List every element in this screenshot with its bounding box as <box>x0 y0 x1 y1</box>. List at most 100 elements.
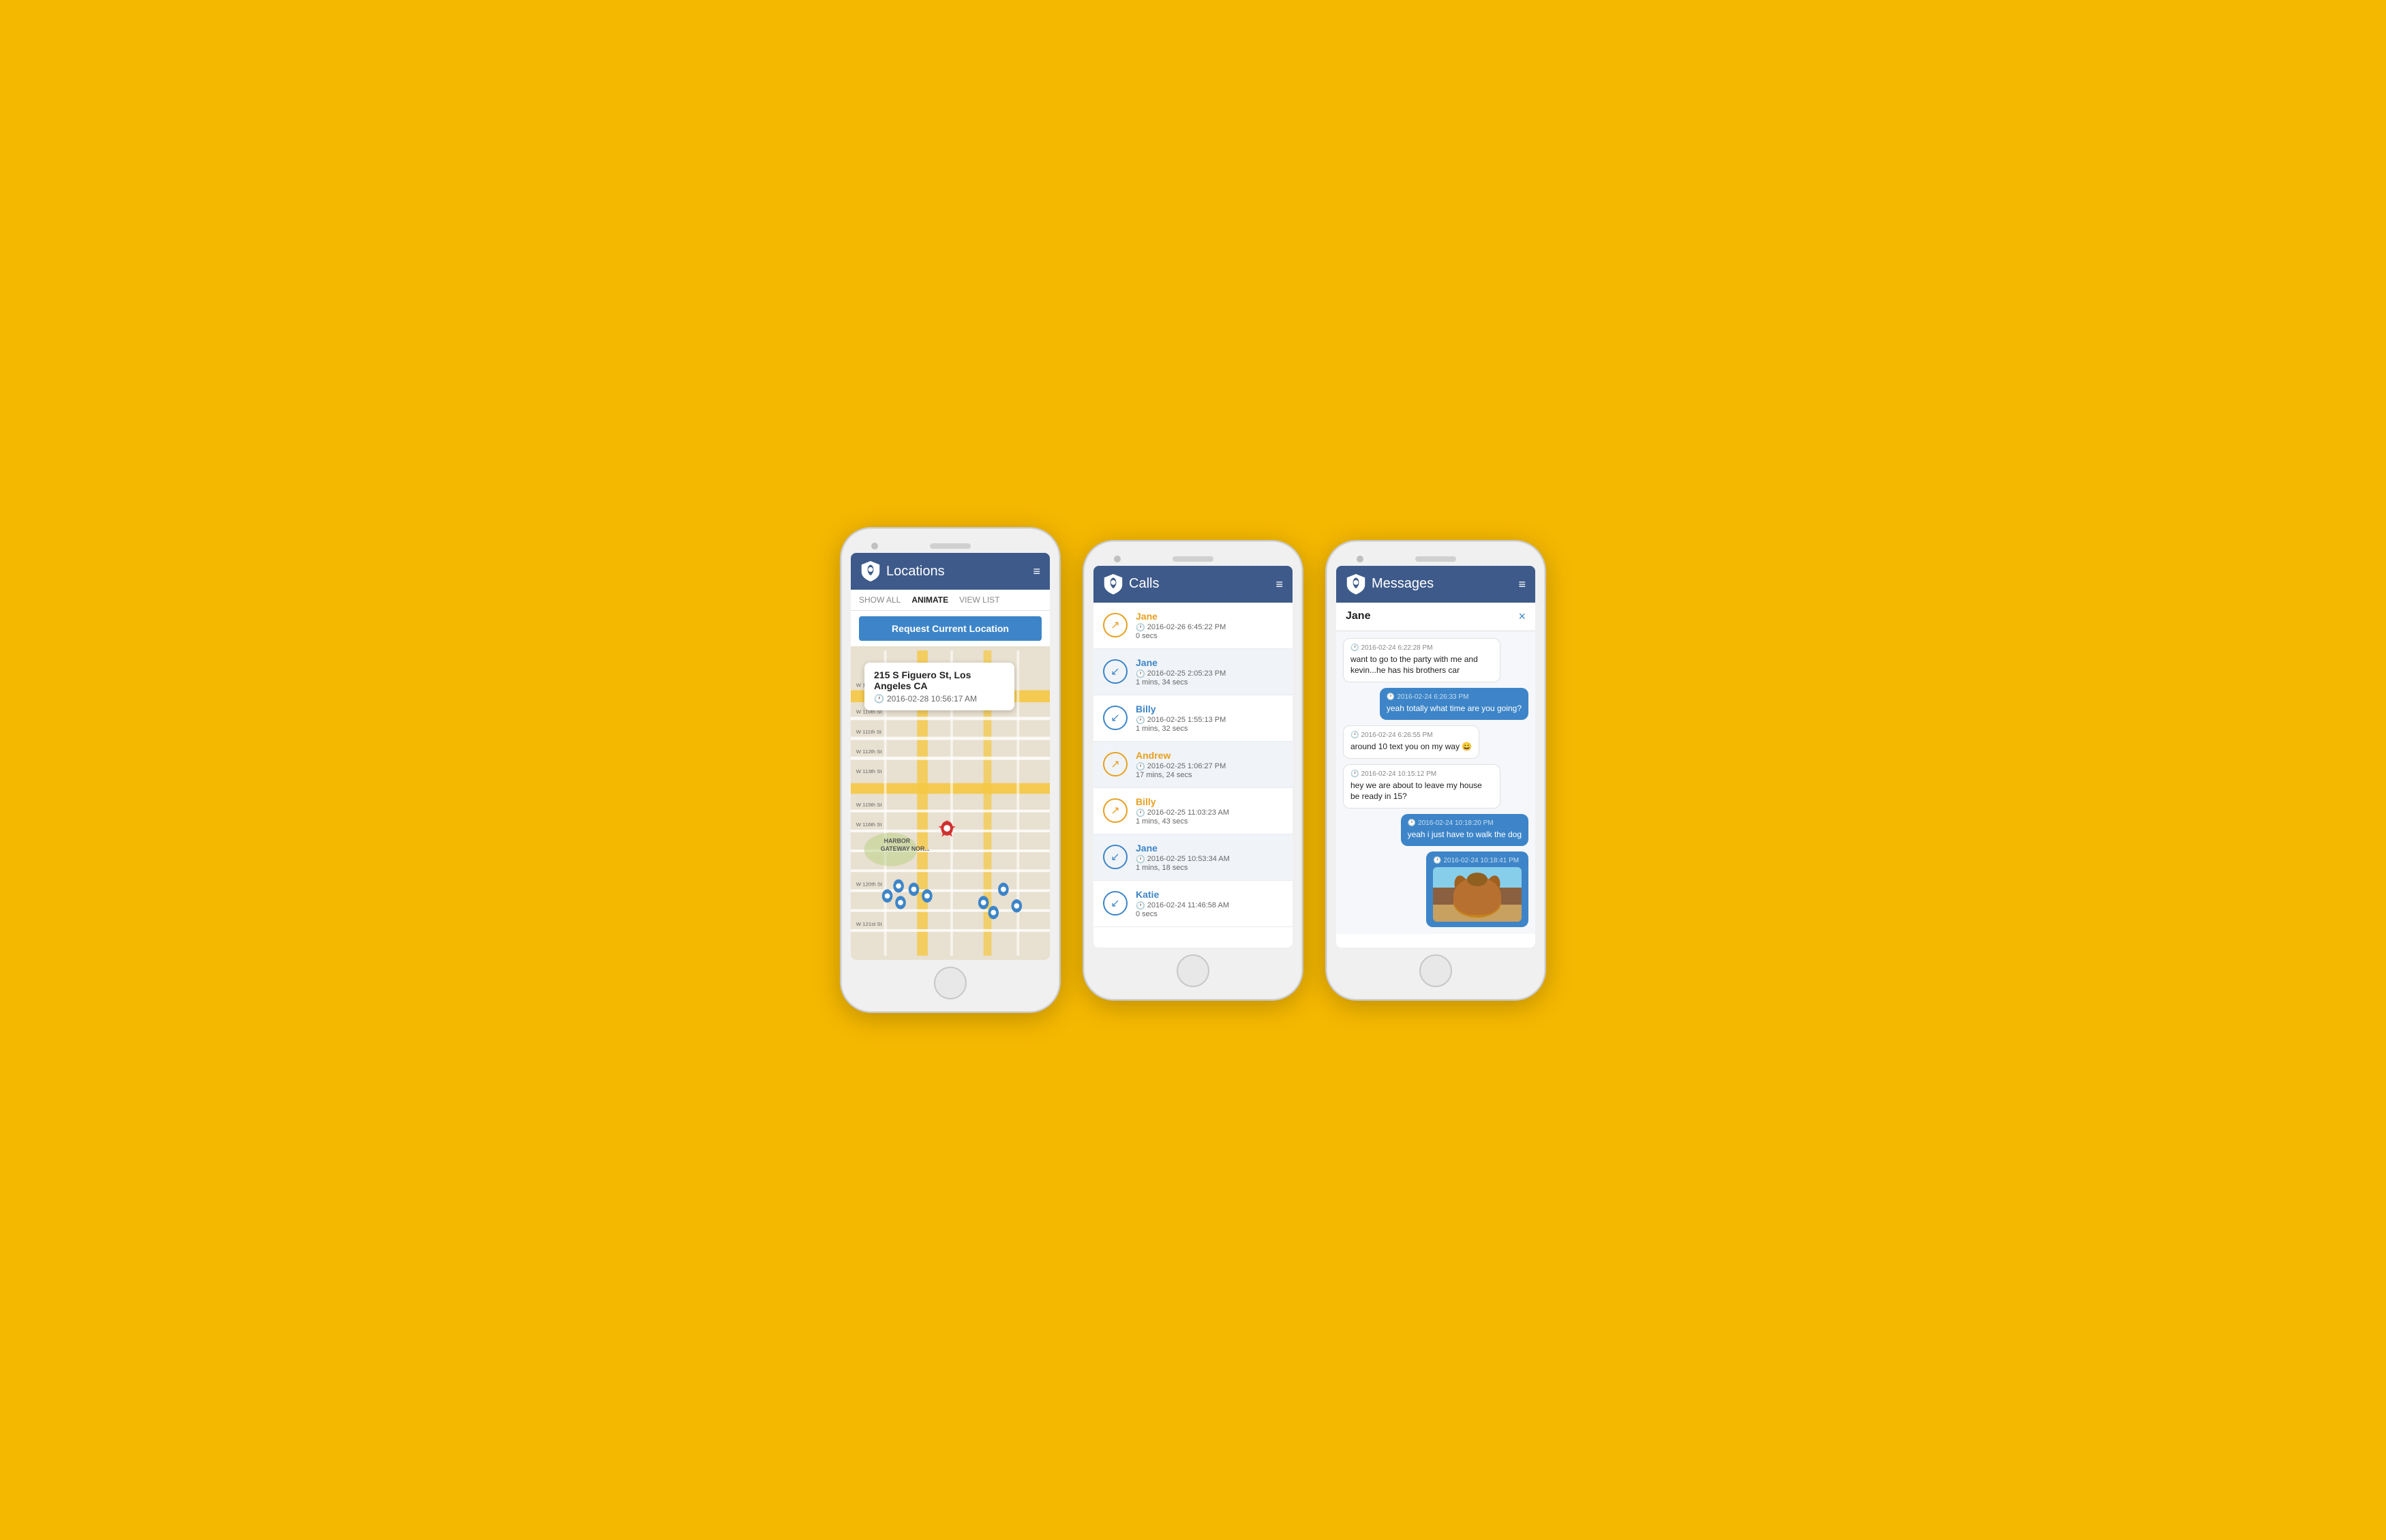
animate-tab[interactable]: ANIMATE <box>911 595 948 605</box>
close-button[interactable]: × <box>1518 609 1526 624</box>
shield-icon <box>860 561 881 582</box>
message-text: want to go to the party with me and kevi… <box>1350 654 1493 677</box>
svg-text:W 116th St: W 116th St <box>856 821 883 828</box>
call-icon-outgoing: ↗ <box>1103 752 1128 776</box>
call-icon-incoming: ↙ <box>1103 845 1128 869</box>
phone-messages: Messages ≡ Jane × 🕐 2016-02-24 6:22:28 P… <box>1327 541 1545 999</box>
call-info: Billy 🕐 2016-02-25 11:03:23 AM 1 mins, 4… <box>1136 796 1283 826</box>
phone-screen-messages: Messages ≡ Jane × 🕐 2016-02-24 6:22:28 P… <box>1336 566 1535 948</box>
call-name: Jane <box>1136 843 1283 854</box>
phone-screen-calls: Calls ≡ ↗ Jane 🕐 2016-02-26 6:45:22 PM 0… <box>1093 566 1293 948</box>
request-location-button[interactable]: Request Current Location <box>859 616 1042 641</box>
svg-text:↗: ↗ <box>1111 759 1119 770</box>
svg-text:↙: ↙ <box>1111 666 1119 678</box>
hamburger-menu-icon-3[interactable]: ≡ <box>1518 578 1526 590</box>
popup-address: 215 S Figuero St, Los Angeles CA <box>874 669 1005 691</box>
camera-dot-3 <box>1357 556 1363 562</box>
call-duration: 1 mins, 43 secs <box>1136 817 1283 826</box>
messages-screen: Jane × 🕐 2016-02-24 6:22:28 PM want to g… <box>1336 603 1535 935</box>
svg-text:HARBOR: HARBOR <box>884 837 911 844</box>
message-bubble-received: 🕐 2016-02-24 10:15:12 PM hey we are abou… <box>1343 764 1500 809</box>
call-item[interactable]: ↗ Billy 🕐 2016-02-25 11:03:23 AM 1 mins,… <box>1093 788 1293 834</box>
call-info: Jane 🕐 2016-02-25 10:53:34 AM 1 mins, 18… <box>1136 843 1283 872</box>
phone-bottom <box>851 960 1050 1002</box>
call-name: Katie <box>1136 889 1283 900</box>
phone-speaker <box>930 543 971 549</box>
call-name: Jane <box>1136 611 1283 622</box>
call-item[interactable]: ↙ Katie 🕐 2016-02-24 11:46:58 AM 0 secs <box>1093 881 1293 927</box>
svg-text:W 115th St: W 115th St <box>856 802 883 808</box>
call-item[interactable]: ↗ Jane 🕐 2016-02-26 6:45:22 PM 0 secs <box>1093 603 1293 649</box>
svg-text:W 120th St: W 120th St <box>856 881 883 888</box>
message-bubble-received: 🕐 2016-02-24 6:26:55 PM around 10 text y… <box>1343 725 1479 759</box>
phone-screen-locations: Locations ≡ SHOW ALL ANIMATE VIEW LIST R… <box>851 553 1050 960</box>
call-time: 🕐 2016-02-25 1:55:13 PM <box>1136 716 1283 725</box>
map-view: W 109th Pl W 110th St W 111th St W 112th… <box>851 646 1050 960</box>
svg-text:GATEWAY NOR...: GATEWAY NOR... <box>881 845 930 852</box>
call-time: 🕐 2016-02-25 1:06:27 PM <box>1136 762 1283 771</box>
call-time: 🕐 2016-02-25 11:03:23 AM <box>1136 809 1283 817</box>
clock-icon: 🕐 <box>874 694 884 704</box>
call-info: Billy 🕐 2016-02-25 1:55:13 PM 1 mins, 32… <box>1136 704 1283 733</box>
call-icon-incoming: ↙ <box>1103 891 1128 916</box>
svg-text:↙: ↙ <box>1111 851 1119 863</box>
call-time: 🕐 2016-02-24 11:46:58 AM <box>1136 901 1283 910</box>
call-item[interactable]: ↙ Billy 🕐 2016-02-25 1:55:13 PM 1 mins, … <box>1093 695 1293 742</box>
messages-header: Messages ≡ <box>1336 566 1535 603</box>
svg-text:↙: ↙ <box>1111 898 1119 909</box>
call-name: Jane <box>1136 657 1283 668</box>
message-bubble-sent-image: 🕐 2016-02-24 10:18:41 PM <box>1426 851 1528 927</box>
header-left-3: Messages <box>1346 574 1434 594</box>
call-item[interactable]: ↙ Jane 🕐 2016-02-25 2:05:23 PM 1 mins, 3… <box>1093 649 1293 695</box>
call-time: 🕐 2016-02-25 10:53:34 AM <box>1136 855 1283 864</box>
phone-top <box>851 538 1050 553</box>
camera-dot <box>871 543 878 549</box>
call-time: 🕐 2016-02-25 2:05:23 PM <box>1136 669 1283 678</box>
home-button-2[interactable] <box>1177 954 1209 987</box>
calls-list: ↗ Jane 🕐 2016-02-26 6:45:22 PM 0 secs ↙ … <box>1093 603 1293 927</box>
svg-text:W 121st St: W 121st St <box>856 921 883 927</box>
phones-container: Locations ≡ SHOW ALL ANIMATE VIEW LIST R… <box>841 528 1545 1012</box>
message-dog-image <box>1433 867 1522 922</box>
calls-title: Calls <box>1129 576 1159 592</box>
camera-dot-2 <box>1114 556 1121 562</box>
phone-bottom-3 <box>1336 948 1535 990</box>
call-duration: 17 mins, 24 secs <box>1136 771 1283 779</box>
message-text: around 10 text you on my way 😀 <box>1350 741 1472 753</box>
call-item[interactable]: ↙ Jane 🕐 2016-02-25 10:53:34 AM 1 mins, … <box>1093 834 1293 881</box>
popup-time: 🕐 2016-02-28 10:56:17 AM <box>874 694 1005 704</box>
view-list-tab[interactable]: VIEW LIST <box>959 595 999 605</box>
shield-icon-3 <box>1346 574 1366 594</box>
svg-text:↗: ↗ <box>1111 620 1119 631</box>
message-bubble-sent: 🕐 2016-02-24 6:26:33 PM yeah totally wha… <box>1380 688 1528 720</box>
messages-list: 🕐 2016-02-24 6:22:28 PM want to go to th… <box>1336 631 1535 935</box>
call-duration: 0 secs <box>1136 910 1283 918</box>
header-left: Locations <box>860 561 945 582</box>
call-name: Andrew <box>1136 750 1283 761</box>
message-text: hey we are about to leave my house be re… <box>1350 780 1493 803</box>
calls-header: Calls ≡ <box>1093 566 1293 603</box>
svg-text:W 113th St: W 113th St <box>856 768 883 774</box>
phone-speaker-2 <box>1173 556 1213 562</box>
contact-name: Jane <box>1346 610 1370 622</box>
call-name: Billy <box>1136 796 1283 807</box>
show-all-tab[interactable]: SHOW ALL <box>859 595 901 605</box>
phone-calls: Calls ≡ ↗ Jane 🕐 2016-02-26 6:45:22 PM 0… <box>1084 541 1302 999</box>
phone-locations: Locations ≡ SHOW ALL ANIMATE VIEW LIST R… <box>841 528 1059 1012</box>
svg-text:↗: ↗ <box>1111 805 1119 817</box>
message-time: 🕐 2016-02-24 6:26:55 PM <box>1350 731 1472 739</box>
svg-text:W 111th St: W 111th St <box>856 729 882 735</box>
message-bubble-sent: 🕐 2016-02-24 10:18:20 PM yeah i just hav… <box>1401 814 1528 846</box>
message-time: 🕐 2016-02-24 10:15:12 PM <box>1350 770 1493 778</box>
hamburger-menu-icon-2[interactable]: ≡ <box>1275 578 1283 590</box>
home-button-3[interactable] <box>1419 954 1452 987</box>
locations-header: Locations ≡ <box>851 553 1050 590</box>
home-button[interactable] <box>934 967 967 999</box>
call-icon-outgoing: ↗ <box>1103 798 1128 823</box>
shield-icon-2 <box>1103 574 1123 594</box>
hamburger-menu-icon[interactable]: ≡ <box>1033 565 1040 577</box>
phone-speaker-3 <box>1415 556 1456 562</box>
contact-bar: Jane × <box>1336 603 1535 631</box>
call-duration: 1 mins, 32 secs <box>1136 725 1283 733</box>
call-item[interactable]: ↗ Andrew 🕐 2016-02-25 1:06:27 PM 17 mins… <box>1093 742 1293 788</box>
